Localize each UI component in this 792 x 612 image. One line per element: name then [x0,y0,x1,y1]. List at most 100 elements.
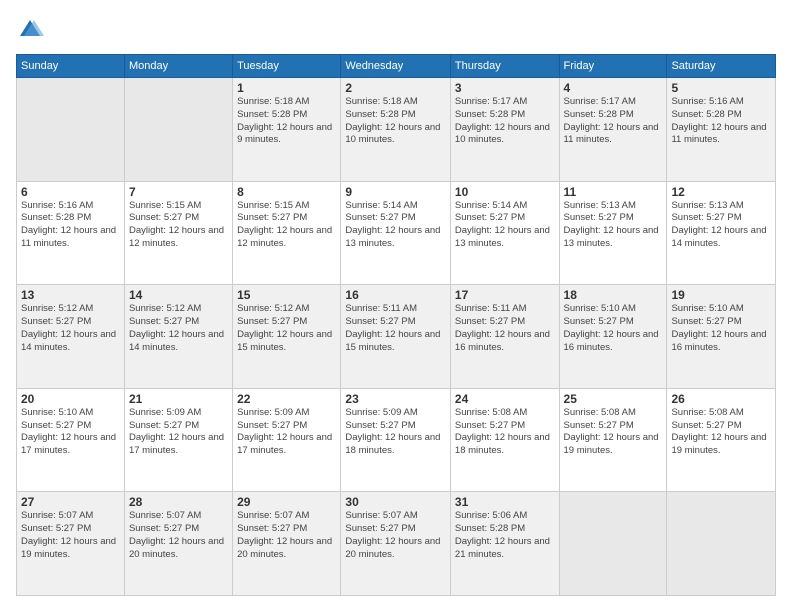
day-info: Sunrise: 5:07 AM Sunset: 5:27 PM Dayligh… [345,510,446,561]
day-info: Sunrise: 5:08 AM Sunset: 5:27 PM Dayligh… [455,407,555,458]
weekday-header: Friday [559,55,667,78]
calendar-cell: 24Sunrise: 5:08 AM Sunset: 5:27 PM Dayli… [450,388,559,492]
day-number: 17 [455,288,555,302]
day-info: Sunrise: 5:12 AM Sunset: 5:27 PM Dayligh… [129,303,228,354]
day-number: 10 [455,185,555,199]
day-number: 14 [129,288,228,302]
day-info: Sunrise: 5:10 AM Sunset: 5:27 PM Dayligh… [21,407,120,458]
day-number: 23 [345,392,446,406]
weekday-header: Saturday [667,55,776,78]
day-info: Sunrise: 5:09 AM Sunset: 5:27 PM Dayligh… [237,407,336,458]
calendar-cell [667,492,776,596]
day-number: 12 [671,185,771,199]
calendar-cell: 29Sunrise: 5:07 AM Sunset: 5:27 PM Dayli… [233,492,341,596]
day-info: Sunrise: 5:13 AM Sunset: 5:27 PM Dayligh… [671,200,771,251]
day-number: 3 [455,81,555,95]
weekday-header: Monday [124,55,232,78]
calendar-cell: 13Sunrise: 5:12 AM Sunset: 5:27 PM Dayli… [17,285,125,389]
day-info: Sunrise: 5:15 AM Sunset: 5:27 PM Dayligh… [129,200,228,251]
day-number: 11 [564,185,663,199]
day-number: 13 [21,288,120,302]
day-number: 16 [345,288,446,302]
calendar-cell: 10Sunrise: 5:14 AM Sunset: 5:27 PM Dayli… [450,181,559,285]
calendar-cell: 19Sunrise: 5:10 AM Sunset: 5:27 PM Dayli… [667,285,776,389]
calendar-cell: 8Sunrise: 5:15 AM Sunset: 5:27 PM Daylig… [233,181,341,285]
calendar-week-row: 1Sunrise: 5:18 AM Sunset: 5:28 PM Daylig… [17,78,776,182]
calendar-cell: 28Sunrise: 5:07 AM Sunset: 5:27 PM Dayli… [124,492,232,596]
day-number: 30 [345,495,446,509]
day-info: Sunrise: 5:13 AM Sunset: 5:27 PM Dayligh… [564,200,663,251]
day-number: 18 [564,288,663,302]
weekday-header: Sunday [17,55,125,78]
weekday-header: Tuesday [233,55,341,78]
day-info: Sunrise: 5:07 AM Sunset: 5:27 PM Dayligh… [237,510,336,561]
day-info: Sunrise: 5:10 AM Sunset: 5:27 PM Dayligh… [671,303,771,354]
day-info: Sunrise: 5:17 AM Sunset: 5:28 PM Dayligh… [564,96,663,147]
day-info: Sunrise: 5:14 AM Sunset: 5:27 PM Dayligh… [345,200,446,251]
calendar-cell: 7Sunrise: 5:15 AM Sunset: 5:27 PM Daylig… [124,181,232,285]
calendar-cell: 23Sunrise: 5:09 AM Sunset: 5:27 PM Dayli… [341,388,451,492]
calendar-cell: 27Sunrise: 5:07 AM Sunset: 5:27 PM Dayli… [17,492,125,596]
calendar-cell: 12Sunrise: 5:13 AM Sunset: 5:27 PM Dayli… [667,181,776,285]
calendar-cell: 5Sunrise: 5:16 AM Sunset: 5:28 PM Daylig… [667,78,776,182]
day-number: 6 [21,185,120,199]
day-number: 26 [671,392,771,406]
calendar-cell: 2Sunrise: 5:18 AM Sunset: 5:28 PM Daylig… [341,78,451,182]
day-number: 31 [455,495,555,509]
day-number: 25 [564,392,663,406]
day-number: 4 [564,81,663,95]
weekday-header: Thursday [450,55,559,78]
calendar-cell: 6Sunrise: 5:16 AM Sunset: 5:28 PM Daylig… [17,181,125,285]
day-info: Sunrise: 5:07 AM Sunset: 5:27 PM Dayligh… [21,510,120,561]
calendar-cell: 20Sunrise: 5:10 AM Sunset: 5:27 PM Dayli… [17,388,125,492]
day-info: Sunrise: 5:11 AM Sunset: 5:27 PM Dayligh… [455,303,555,354]
logo [16,16,48,44]
day-number: 20 [21,392,120,406]
calendar-cell: 15Sunrise: 5:12 AM Sunset: 5:27 PM Dayli… [233,285,341,389]
calendar-cell: 11Sunrise: 5:13 AM Sunset: 5:27 PM Dayli… [559,181,667,285]
calendar-week-row: 27Sunrise: 5:07 AM Sunset: 5:27 PM Dayli… [17,492,776,596]
day-info: Sunrise: 5:09 AM Sunset: 5:27 PM Dayligh… [345,407,446,458]
day-number: 2 [345,81,446,95]
day-number: 27 [21,495,120,509]
calendar-cell: 22Sunrise: 5:09 AM Sunset: 5:27 PM Dayli… [233,388,341,492]
day-number: 21 [129,392,228,406]
calendar-cell: 21Sunrise: 5:09 AM Sunset: 5:27 PM Dayli… [124,388,232,492]
calendar-cell: 3Sunrise: 5:17 AM Sunset: 5:28 PM Daylig… [450,78,559,182]
calendar-cell: 30Sunrise: 5:07 AM Sunset: 5:27 PM Dayli… [341,492,451,596]
calendar-cell: 16Sunrise: 5:11 AM Sunset: 5:27 PM Dayli… [341,285,451,389]
calendar-cell [124,78,232,182]
calendar-table: SundayMondayTuesdayWednesdayThursdayFrid… [16,54,776,596]
calendar-cell [17,78,125,182]
day-number: 22 [237,392,336,406]
day-info: Sunrise: 5:09 AM Sunset: 5:27 PM Dayligh… [129,407,228,458]
day-info: Sunrise: 5:18 AM Sunset: 5:28 PM Dayligh… [237,96,336,147]
weekday-header: Wednesday [341,55,451,78]
day-number: 28 [129,495,228,509]
day-info: Sunrise: 5:12 AM Sunset: 5:27 PM Dayligh… [21,303,120,354]
day-number: 8 [237,185,336,199]
day-number: 15 [237,288,336,302]
day-number: 7 [129,185,228,199]
calendar-cell: 26Sunrise: 5:08 AM Sunset: 5:27 PM Dayli… [667,388,776,492]
calendar-cell: 31Sunrise: 5:06 AM Sunset: 5:28 PM Dayli… [450,492,559,596]
day-info: Sunrise: 5:16 AM Sunset: 5:28 PM Dayligh… [671,96,771,147]
weekday-header-row: SundayMondayTuesdayWednesdayThursdayFrid… [17,55,776,78]
day-number: 5 [671,81,771,95]
day-info: Sunrise: 5:16 AM Sunset: 5:28 PM Dayligh… [21,200,120,251]
day-number: 29 [237,495,336,509]
calendar-cell: 18Sunrise: 5:10 AM Sunset: 5:27 PM Dayli… [559,285,667,389]
day-info: Sunrise: 5:07 AM Sunset: 5:27 PM Dayligh… [129,510,228,561]
day-number: 9 [345,185,446,199]
calendar-cell: 14Sunrise: 5:12 AM Sunset: 5:27 PM Dayli… [124,285,232,389]
day-number: 19 [671,288,771,302]
day-number: 1 [237,81,336,95]
header [16,16,776,44]
calendar-week-row: 6Sunrise: 5:16 AM Sunset: 5:28 PM Daylig… [17,181,776,285]
calendar-week-row: 13Sunrise: 5:12 AM Sunset: 5:27 PM Dayli… [17,285,776,389]
calendar-cell: 17Sunrise: 5:11 AM Sunset: 5:27 PM Dayli… [450,285,559,389]
day-number: 24 [455,392,555,406]
day-info: Sunrise: 5:06 AM Sunset: 5:28 PM Dayligh… [455,510,555,561]
day-info: Sunrise: 5:12 AM Sunset: 5:27 PM Dayligh… [237,303,336,354]
day-info: Sunrise: 5:10 AM Sunset: 5:27 PM Dayligh… [564,303,663,354]
